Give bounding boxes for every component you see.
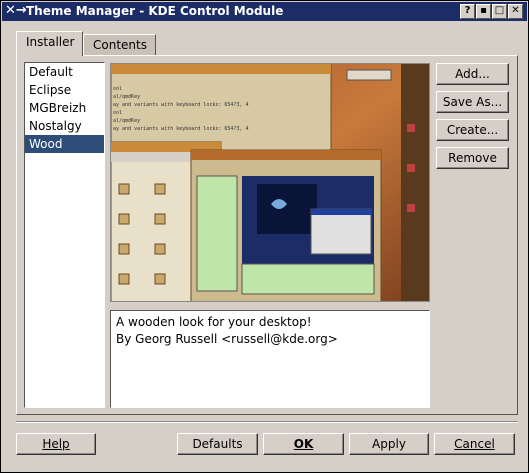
window-menu-icon[interactable]: ✕→ xyxy=(5,3,27,19)
separator xyxy=(16,421,518,423)
defaults-button[interactable]: Defaults xyxy=(177,433,258,455)
theme-preview: ool al/qmdKey ay and variants with keyboa… xyxy=(110,63,430,302)
remove-button[interactable]: Remove xyxy=(436,147,509,169)
list-item[interactable]: Nostalgy xyxy=(25,117,104,135)
cancel-button[interactable]: Cancel xyxy=(434,433,515,455)
svg-text:ay and variants with keyboard: ay and variants with keyboard locks: 654… xyxy=(113,126,248,132)
ok-button-label: OK xyxy=(293,437,314,451)
svg-text:ay and variants with keyboard: ay and variants with keyboard locks: 654… xyxy=(113,102,248,108)
tab-contents[interactable]: Contents xyxy=(83,34,156,56)
preview-screenshot: ool al/qmdKey ay and variants with keyboa… xyxy=(111,64,429,301)
description-line-2: By Georg Russell <russell@kde.org> xyxy=(116,332,338,346)
ok-button[interactable]: OK xyxy=(263,433,344,455)
theme-description: A wooden look for your desktop! By Georg… xyxy=(110,310,430,408)
minimize-button[interactable]: ▪ xyxy=(476,4,491,19)
apply-button[interactable]: Apply xyxy=(349,433,429,455)
list-item[interactable]: Default xyxy=(25,63,104,81)
help-titlebar-button[interactable]: ? xyxy=(460,4,475,19)
title-bar[interactable]: ✕→ Theme Manager - KDE Control Module ? … xyxy=(2,2,527,21)
create-button[interactable]: Create... xyxy=(436,119,509,141)
description-line-1: A wooden look for your desktop! xyxy=(116,315,312,329)
maximize-button[interactable]: □ xyxy=(492,4,507,19)
help-button[interactable]: Help xyxy=(16,433,96,455)
svg-text:al/qmdKey: al/qmdKey xyxy=(113,118,140,124)
defaults-button-label: Defaults xyxy=(192,437,243,451)
save-as-button[interactable]: Save As... xyxy=(436,91,509,113)
tab-contents-label: Contents xyxy=(93,38,147,52)
add-button[interactable]: Add... xyxy=(436,63,509,85)
svg-text:ool: ool xyxy=(113,86,122,92)
svg-text:ool: ool xyxy=(113,110,122,116)
help-button-label: Help xyxy=(42,437,70,451)
window-title: Theme Manager - KDE Control Module xyxy=(26,4,284,18)
tab-installer[interactable]: Installer xyxy=(16,31,83,56)
close-button[interactable]: ✕ xyxy=(508,4,523,19)
cancel-button-label: Cancel xyxy=(454,437,495,451)
theme-manager-window: ✕→ Theme Manager - KDE Control Module ? … xyxy=(0,0,529,473)
list-item[interactable]: Eclipse xyxy=(25,81,104,99)
svg-text:al/qmdKey: al/qmdKey xyxy=(113,94,140,100)
tab-installer-label: Installer xyxy=(26,35,75,49)
apply-button-label: Apply xyxy=(372,437,406,451)
list-item[interactable]: MGBreizh xyxy=(25,99,104,117)
list-item-selected[interactable]: Wood xyxy=(25,135,104,153)
theme-list[interactable]: Default Eclipse MGBreizh Nostalgy Wood xyxy=(24,62,105,408)
